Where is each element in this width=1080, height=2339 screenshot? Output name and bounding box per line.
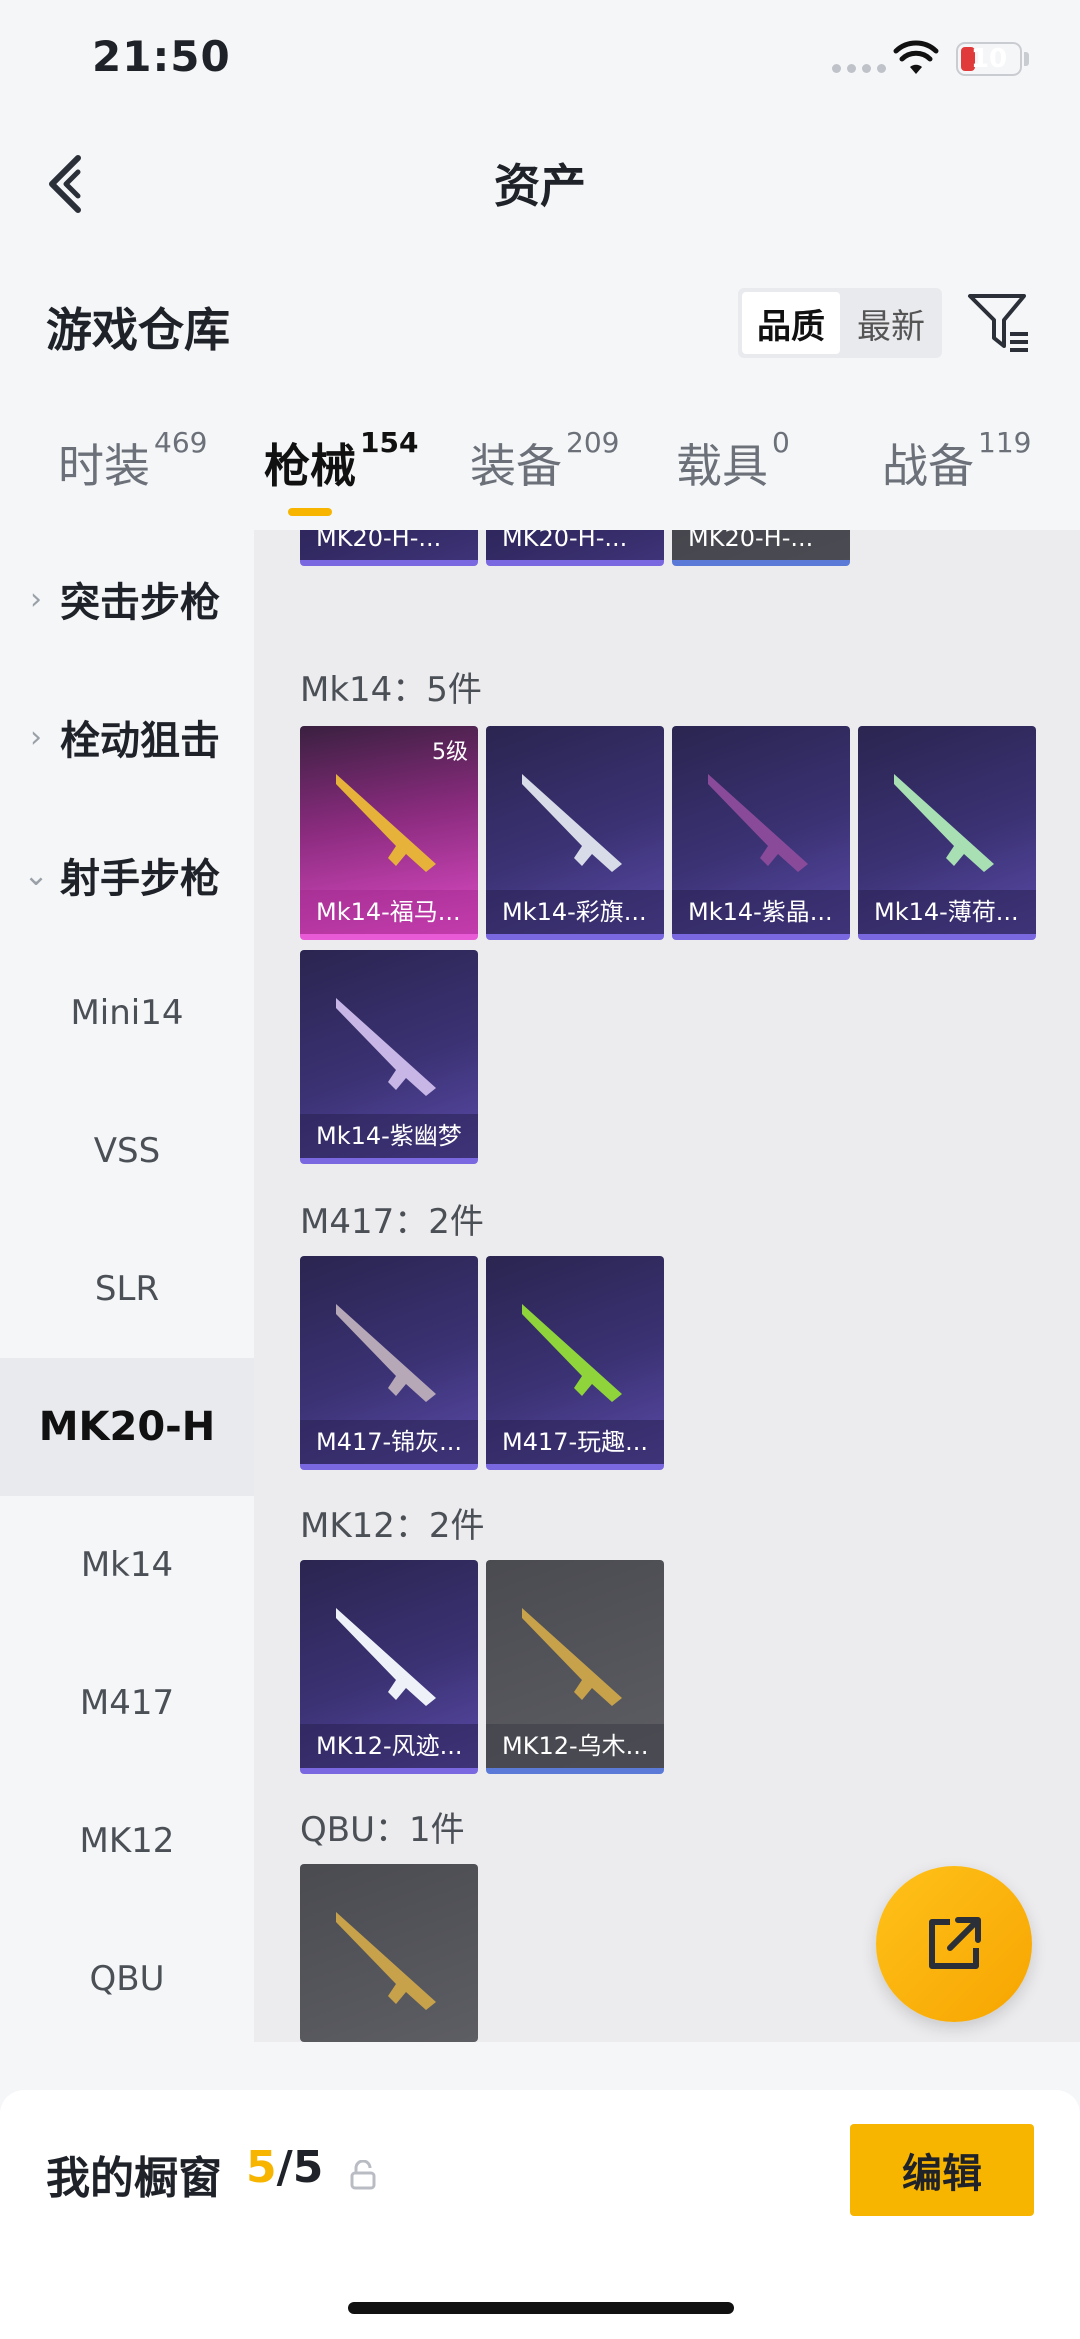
weapon-card-name: Mk14-紫幽梦 [300,1114,478,1158]
filter-icon[interactable] [966,290,1032,356]
sort-toggle: 品质 最新 [738,288,942,358]
weapon-card[interactable]: MK12-风迹... [300,1560,478,1774]
weapon-card-name: Mk14-紫晶... [672,890,850,934]
weapon-card[interactable]: Mk14-彩旗... [486,726,664,940]
chevron-right-icon: › [30,581,42,617]
sort-quality-button[interactable]: 品质 [742,292,840,354]
warehouse-title: 游戏仓库 [46,303,230,357]
share-button[interactable] [876,1866,1032,2022]
weapon-card-name: M417-玩趣... [486,1420,664,1464]
weapon-card[interactable] [300,1864,478,2042]
weapon-card-name: MK20-H-... [486,530,664,560]
lock-icon [350,2160,376,2190]
tab-equipment[interactable]: 装备 209 [470,426,619,496]
sidebar-group-bolt-sniper[interactable]: › 栓动狙击 [0,668,254,806]
sidebar-item-m417[interactable]: M417 [0,1634,254,1772]
showcase-count: 5/5 [246,2142,324,2193]
sidebar-group-marksman-rifle[interactable]: ⌄ 射手步枪 [0,806,254,944]
weapon-card-name: MK12-乌木... [486,1724,664,1768]
sidebar-item-vss[interactable]: VSS [0,1082,254,1220]
rifle-icon [522,1304,622,1402]
rifle-icon [336,998,436,1096]
signal-icon [832,64,886,73]
status-bar: 21:50 10 [0,0,1080,120]
sidebar-item-slr[interactable]: SLR [0,1220,254,1358]
chevron-right-icon: › [30,719,42,755]
edit-button[interactable]: 编辑 [850,2124,1034,2216]
external-link-icon [929,1917,981,1969]
showcase-label: 我的橱窗 [46,2153,222,2204]
rifle-icon [336,1912,436,2010]
weapon-card-name: MK20-H-... [300,530,478,560]
sidebar-item-mk14[interactable]: Mk14 [0,1496,254,1634]
sidebar-item-mini14[interactable]: Mini14 [0,944,254,1082]
rifle-icon [336,774,436,872]
rifle-icon [336,1304,436,1402]
tab-vehicles[interactable]: 载具 0 [676,426,790,496]
weapon-card-name: M417-锦灰... [300,1420,478,1464]
section-label-mk12: MK12：2件 [300,1506,485,1546]
weapon-card[interactable]: MK20-H-... [486,530,664,566]
sidebar-item-mk20h[interactable]: MK20-H [0,1358,254,1496]
weapon-card[interactable]: M417-玩趣... [486,1256,664,1470]
weapon-card-name: MK20-H-... [672,530,850,560]
active-tab-indicator [288,508,332,516]
weapon-card-name: Mk14-彩旗... [486,890,664,934]
section-label-mk14: Mk14：5件 [300,670,482,710]
nav-bar: 资产 [0,130,1080,230]
sidebar-item-qbu[interactable]: QBU [0,1910,254,2048]
rifle-icon [522,1608,622,1706]
category-tabs: 时装 469 枪械 154 装备 209 载具 0 战备 119 [0,426,1080,530]
tab-firearms[interactable]: 枪械 154 [264,426,418,496]
weapon-card[interactable]: 5级 Mk14-福马... [300,726,478,940]
section-label-m417: M417：2件 [300,1202,484,1242]
sort-newest-button[interactable]: 最新 [840,288,942,358]
chevron-down-icon: ⌄ [23,857,49,893]
weapon-card-name: Mk14-薄荷... [858,890,1036,934]
weapon-card[interactable]: MK20-H-... [300,530,478,566]
page-title: 资产 [494,159,586,213]
rifle-icon [708,774,808,872]
status-time: 21:50 [92,32,231,81]
rifle-icon [894,774,994,872]
weapon-card[interactable]: MK20-H-... [672,530,850,566]
weapon-grid: MK20-H-... MK20-H-... MK20-H-... Mk14：5件… [254,530,1080,2042]
section-label-qbu: QBU：1件 [300,1810,465,1850]
battery-level: 10 [970,44,1008,74]
weapon-card[interactable]: Mk14-紫晶... [672,726,850,940]
tab-tactical[interactable]: 战备 119 [882,426,1031,496]
weapon-card[interactable]: Mk14-薄荷... [858,726,1036,940]
sidebar-item-mk12[interactable]: MK12 [0,1772,254,1910]
rifle-icon [522,774,622,872]
weapon-card-name: Mk14-福马... [300,890,478,934]
wifi-icon [893,40,939,74]
rifle-icon [336,1608,436,1706]
weapon-card[interactable]: Mk14-紫幽梦 [300,950,478,1164]
weapon-card[interactable]: MK12-乌木... [486,1560,664,1774]
battery-icon: 10 [956,42,1022,76]
weapon-card[interactable]: M417-锦灰... [300,1256,478,1470]
tab-fashion[interactable]: 时装 469 [58,426,207,496]
home-indicator [348,2302,734,2314]
sidebar-group-assault-rifle[interactable]: › 突击步枪 [0,530,254,668]
warehouse-header: 游戏仓库 品质 最新 [0,280,1080,370]
weapon-card-name: MK12-风迹... [300,1724,478,1768]
weapon-sidebar: › 突击步枪 › 栓动狙击 ⌄ 射手步枪 Mini14 VSS SLR MK20-H … [0,530,254,2042]
